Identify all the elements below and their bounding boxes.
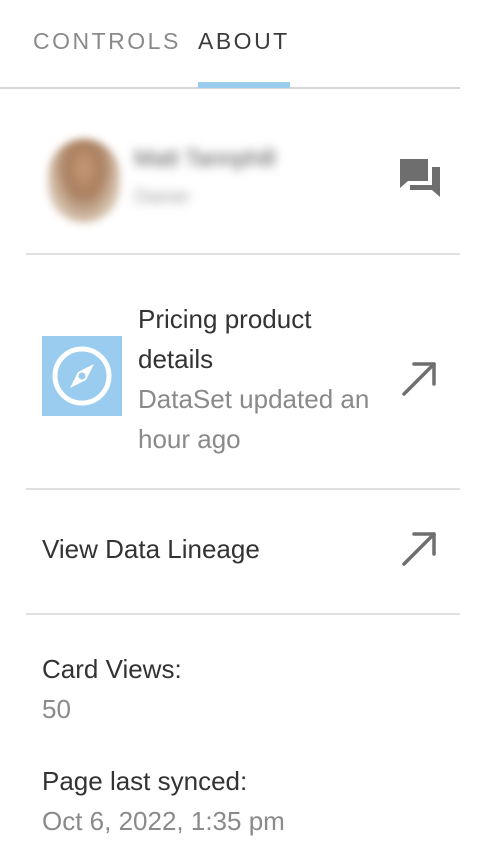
page-last-synced-value: Oct 6, 2022, 1:35 pm — [42, 806, 285, 836]
owner-role: Owner — [134, 187, 190, 208]
tab-about[interactable]: ABOUT — [198, 28, 290, 55]
avatar[interactable] — [48, 139, 120, 223]
lineage-label[interactable]: View Data Lineage — [42, 534, 260, 565]
external-arrow-icon[interactable] — [400, 528, 440, 568]
active-tab-indicator — [198, 82, 290, 88]
dataset-row[interactable]: Pricing product details DataSet updated … — [26, 255, 460, 490]
dataset-thumbnail — [42, 336, 122, 416]
about-panel: CONTROLS ABOUT Matt Tannphill Owner Pric… — [0, 0, 460, 860]
tab-bar: CONTROLS ABOUT — [0, 0, 460, 89]
chat-bubbles-icon[interactable] — [398, 157, 442, 199]
card-views-label: Card Views: — [42, 654, 182, 684]
card-views-value: 50 — [42, 694, 71, 724]
owner-name[interactable]: Matt Tannphill — [134, 145, 276, 172]
owner-row: Matt Tannphill Owner — [26, 89, 460, 255]
view-data-lineage-link[interactable]: View Data Lineage — [26, 490, 460, 615]
page-last-synced-label: Page last synced: — [42, 766, 248, 796]
compass-icon — [52, 346, 112, 406]
tab-controls[interactable]: CONTROLS — [33, 28, 181, 55]
external-arrow-icon[interactable] — [400, 358, 440, 398]
dataset-info: Pricing product details DataSet updated … — [138, 299, 378, 459]
dataset-title[interactable]: Pricing product details — [138, 299, 378, 379]
dataset-updated-text: DataSet updated an hour ago — [138, 384, 370, 454]
